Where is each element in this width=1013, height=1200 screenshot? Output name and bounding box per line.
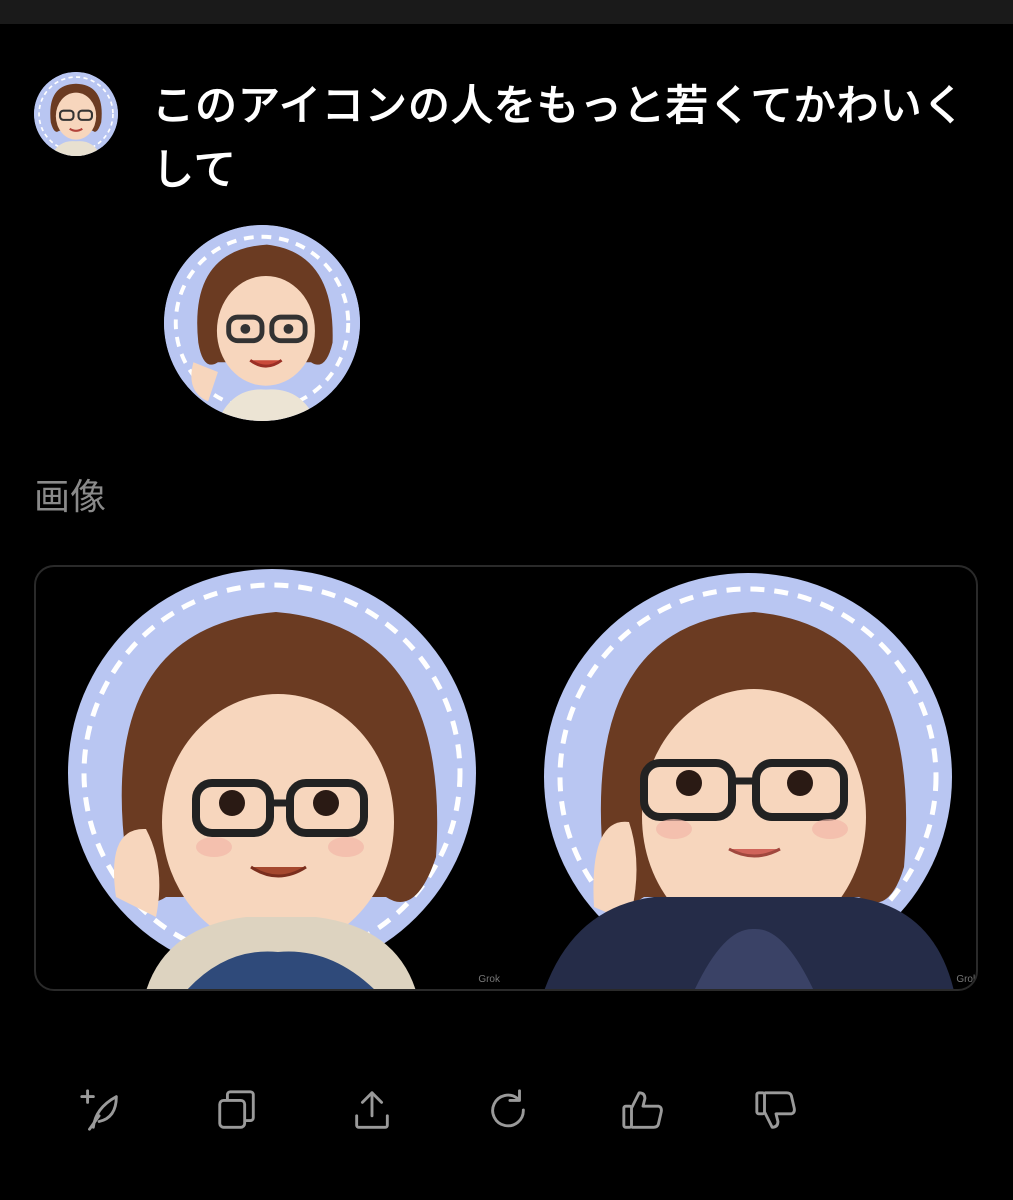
copy-icon[interactable] [205, 1078, 269, 1142]
regenerate-icon[interactable] [476, 1078, 540, 1142]
section-label: 画像 [34, 477, 107, 518]
generated-image-2[interactable]: Grok [534, 567, 978, 989]
watermark-2: Grok [956, 974, 978, 985]
action-bar [0, 1078, 1013, 1142]
share-icon[interactable] [340, 1078, 404, 1142]
thumbs-down-icon[interactable] [744, 1078, 808, 1142]
attached-image[interactable] [164, 225, 360, 421]
user-avatar[interactable] [34, 72, 118, 156]
new-image-icon[interactable] [69, 1078, 133, 1142]
watermark-1: Grok [478, 974, 500, 985]
generated-image-1[interactable]: Grok [56, 567, 506, 989]
thumbs-up-icon[interactable] [611, 1078, 675, 1142]
status-bar [0, 0, 1013, 24]
generated-images-card: Grok Grok [34, 565, 978, 991]
prompt-text: このアイコンの人をもっと若くてかわいくして [152, 81, 966, 194]
